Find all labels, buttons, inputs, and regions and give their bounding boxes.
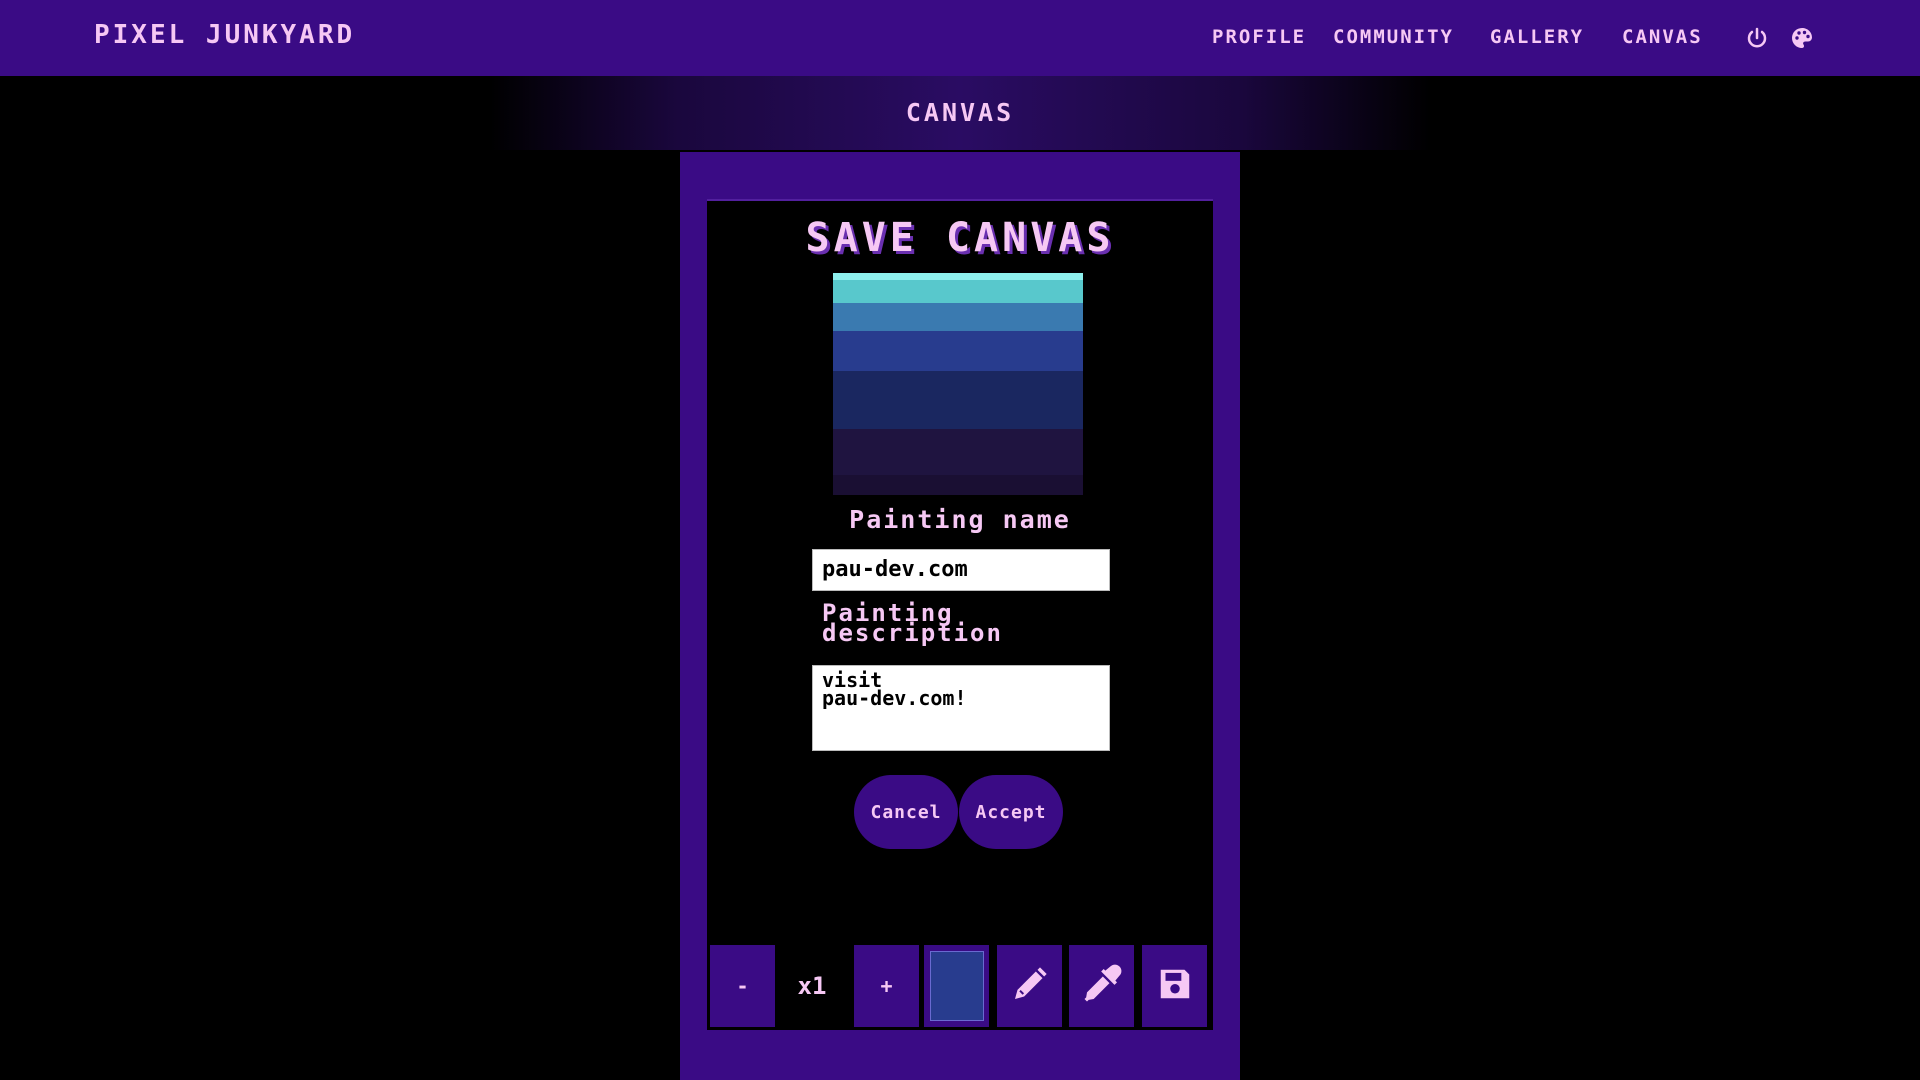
pencil-icon <box>1010 964 1050 1009</box>
save-icon <box>1156 965 1194 1008</box>
section-header: CANVAS <box>490 76 1430 150</box>
nav-community[interactable]: COMMUNITY <box>1333 26 1454 50</box>
nav-canvas[interactable]: CANVAS <box>1622 26 1703 50</box>
painting-name-input[interactable]: pau-dev.com <box>812 549 1110 591</box>
nav-gallery[interactable]: GALLERY <box>1490 26 1584 50</box>
accept-button[interactable]: Accept <box>959 775 1063 849</box>
power-icon[interactable] <box>1745 26 1769 50</box>
pencil-tool-button[interactable] <box>997 945 1062 1027</box>
eyedropper-icon <box>1082 964 1122 1009</box>
preview-stripe <box>833 475 1083 495</box>
save-button[interactable] <box>1142 945 1207 1027</box>
preview-stripe <box>833 331 1083 371</box>
preview-stripe <box>833 303 1083 331</box>
zoom-level: x1 <box>797 972 827 1000</box>
preview-stripe <box>833 371 1083 429</box>
preview-stripe <box>833 273 1083 280</box>
palette-icon[interactable] <box>1790 26 1814 50</box>
painting-name-label: Painting name <box>849 505 1071 534</box>
zoom-in-button[interactable]: + <box>854 945 919 1027</box>
nav-profile[interactable]: PROFILE <box>1212 26 1306 50</box>
save-canvas-dialog: SAVE CANVAS Painting name pau-dev.com Pa… <box>707 199 1213 943</box>
cancel-button[interactable]: Cancel <box>854 775 958 849</box>
section-title: CANVAS <box>905 98 1015 127</box>
preview-stripe <box>833 280 1083 303</box>
dialog-title: SAVE CANVAS <box>805 215 1115 261</box>
canvas-preview <box>833 273 1083 495</box>
top-navbar: PIXEL JUNKYARD PROFILE COMMUNITY GALLERY… <box>0 0 1920 76</box>
color-picker-button[interactable] <box>924 945 989 1027</box>
canvas-panel: SAVE CANVAS Painting name pau-dev.com Pa… <box>680 152 1240 1080</box>
eyedropper-tool-button[interactable] <box>1069 945 1134 1027</box>
canvas-toolbar: - x1 + <box>707 942 1213 1030</box>
site-logo[interactable]: PIXEL JUNKYARD <box>94 20 355 50</box>
painting-description-label: Painting description <box>822 599 1003 647</box>
current-color-swatch <box>929 951 984 1021</box>
zoom-out-button[interactable]: - <box>710 945 775 1027</box>
preview-stripe <box>833 429 1083 475</box>
painting-description-textarea[interactable]: visit pau-dev.com! <box>812 665 1110 751</box>
